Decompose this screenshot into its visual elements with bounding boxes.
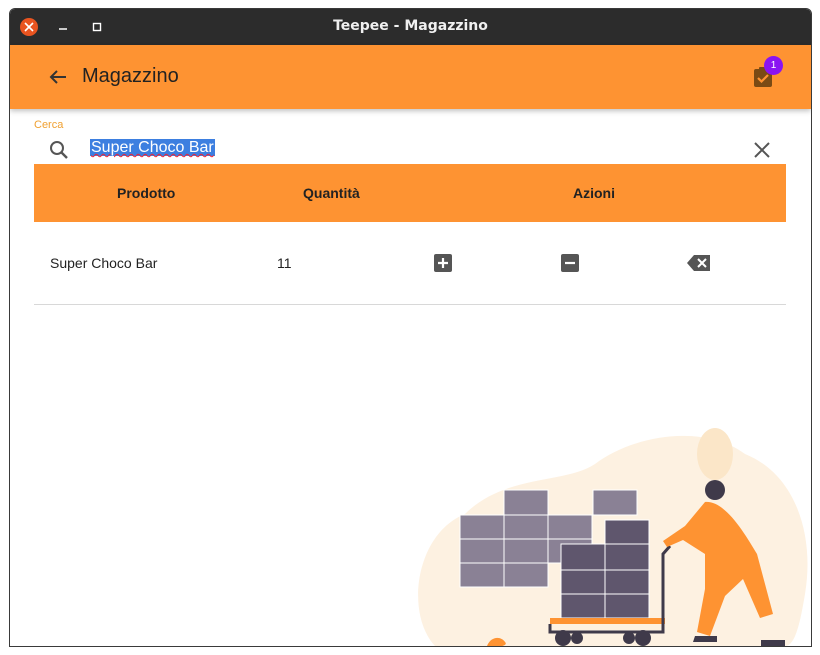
table-header: Prodotto Quantità Azioni — [34, 164, 786, 222]
window-titlebar: Teepee - Magazzino — [10, 9, 811, 45]
clear-search-button[interactable] — [752, 140, 772, 160]
increase-quantity-button[interactable] — [433, 253, 453, 273]
arrow-left-icon — [49, 70, 66, 84]
decrease-quantity-button[interactable] — [560, 253, 580, 273]
search-input[interactable]: Super Choco Bar — [90, 139, 690, 161]
cart-badge: 1 — [764, 56, 783, 75]
inventory-table: Prodotto Quantità Azioni Super Choco Bar… — [34, 164, 786, 305]
plus-box-icon — [434, 254, 452, 272]
warehouse-worker-illustration — [418, 428, 808, 646]
minus-box-icon — [561, 254, 579, 272]
page-title: Magazzino — [82, 65, 179, 87]
header-product: Prodotto — [117, 185, 176, 201]
header-actions: Azioni — [573, 185, 615, 201]
search-icon — [48, 139, 70, 161]
cell-product: Super Choco Bar — [50, 255, 158, 271]
app-bar: Magazzino 1 — [10, 45, 811, 109]
backspace-icon — [687, 255, 710, 271]
close-icon — [754, 142, 770, 158]
back-button[interactable] — [46, 65, 70, 89]
window-title: Teepee - Magazzino — [333, 18, 488, 34]
header-quantity: Quantità — [303, 185, 360, 201]
table-row: Super Choco Bar 11 — [34, 222, 786, 305]
search-input-value: Super Choco Bar — [90, 139, 215, 156]
delete-product-button[interactable] — [686, 253, 712, 273]
cell-quantity: 11 — [277, 255, 292, 271]
app-window: Teepee - Magazzino Magazzino 1 Cerca Sup… — [9, 8, 812, 647]
search-label: Cerca — [34, 119, 64, 131]
